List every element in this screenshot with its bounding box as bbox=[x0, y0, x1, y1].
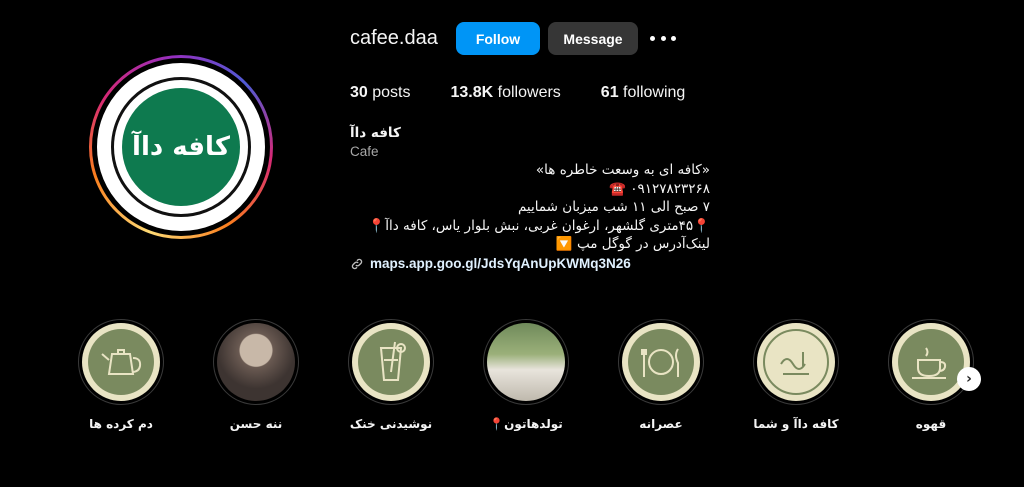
story-highlights: دم کرده ها ننه حسن نوشیدنی خنک تولدهاتون… bbox=[78, 319, 978, 449]
profile-bio: کافه داآ Cafe «کافه ای به وسعت خاطره ها»… bbox=[350, 124, 710, 273]
bio-link-row[interactable]: maps.app.goo.gl/JdsYqAnUpKWMq3N26 bbox=[350, 255, 710, 274]
highlight-ring bbox=[618, 319, 704, 405]
link-icon bbox=[351, 258, 363, 269]
highlight-label: عصرانه bbox=[639, 417, 683, 431]
highlights-next-button[interactable]: › bbox=[957, 367, 981, 391]
logo-text: کافه داآ bbox=[132, 132, 230, 162]
highlight-ring bbox=[213, 319, 299, 405]
profile-stats: 30 posts 13.8K followers 61 following bbox=[350, 84, 725, 102]
bio-line: «کافه ای به وسعت خاطره ها» bbox=[535, 162, 710, 178]
highlight-label: ننه حسن bbox=[229, 417, 283, 431]
highlight-ring bbox=[78, 319, 164, 405]
highlight-item[interactable]: عصرانه bbox=[618, 319, 704, 431]
more-options-icon[interactable] bbox=[650, 30, 676, 46]
highlight-item[interactable]: دم کرده ها bbox=[78, 319, 164, 431]
highlight-item[interactable]: تولدهاتون📍 bbox=[483, 319, 569, 431]
followers-label: followers bbox=[497, 84, 561, 101]
follow-button[interactable]: Follow bbox=[456, 22, 540, 55]
bio-link[interactable]: maps.app.goo.gl/JdsYqAnUpKWMq3N26 bbox=[370, 255, 631, 274]
highlight-ring bbox=[753, 319, 839, 405]
bio-line: ☎️ ۰۹۱۲۷۸۲۳۲۶۸ bbox=[609, 180, 710, 197]
profile-username: cafee.daa bbox=[350, 27, 438, 49]
following-stat[interactable]: 61 following bbox=[601, 84, 686, 102]
highlight-ring bbox=[888, 319, 974, 405]
bio-line: ۷ صبح الی ۱۱ شب میزبان شماییم bbox=[517, 199, 710, 215]
bio-line: لینک‌آدرس در گوگل مپ 🔽 bbox=[555, 236, 710, 252]
birthday-photo bbox=[487, 323, 565, 401]
teapot-icon bbox=[101, 349, 142, 375]
highlight-label: دم کرده ها bbox=[89, 417, 153, 431]
highlight-label: قهوه bbox=[915, 417, 947, 431]
highlight-ring bbox=[483, 319, 569, 405]
followers-count: 13.8K bbox=[450, 84, 494, 101]
followers-stat[interactable]: 13.8K followers bbox=[451, 84, 561, 102]
following-label: following bbox=[623, 84, 686, 101]
profile-category: Cafe bbox=[350, 143, 379, 159]
posts-stat: 30 posts bbox=[350, 84, 411, 102]
highlight-label: کافه داآ و شما bbox=[753, 417, 839, 431]
highlight-label: تولدهاتون📍 bbox=[489, 417, 563, 431]
profile-avatar[interactable]: کافه داآ bbox=[97, 63, 265, 231]
highlight-item[interactable]: کافه داآ و شما bbox=[753, 319, 839, 431]
posts-count: 30 bbox=[350, 84, 368, 101]
avatar-logo-ring: کافه داآ bbox=[111, 77, 251, 217]
highlight-label: نوشیدنی خنک bbox=[349, 417, 433, 431]
coffee-cup-icon bbox=[912, 347, 947, 379]
highlight-item[interactable]: نوشیدنی خنک bbox=[348, 319, 434, 431]
posts-label: posts bbox=[372, 84, 411, 101]
cafe-logo-icon bbox=[780, 352, 809, 375]
grandma-illustration bbox=[217, 323, 295, 401]
profile-name: کافه داآ bbox=[350, 125, 401, 141]
highlight-item[interactable]: ننه حسن bbox=[213, 319, 299, 431]
cold-drink-icon bbox=[379, 341, 406, 381]
following-count: 61 bbox=[600, 84, 619, 101]
bio-line: 📍۴۵متری گلشهر، ارغوان غربی، نبش بلوار یا… bbox=[368, 217, 710, 234]
message-button[interactable]: Message bbox=[548, 22, 638, 55]
highlight-ring bbox=[348, 319, 434, 405]
plate-cutlery-icon bbox=[641, 348, 679, 377]
cafe-logo: کافه داآ bbox=[122, 88, 240, 206]
profile-avatar-ring[interactable]: کافه داآ bbox=[89, 55, 273, 239]
